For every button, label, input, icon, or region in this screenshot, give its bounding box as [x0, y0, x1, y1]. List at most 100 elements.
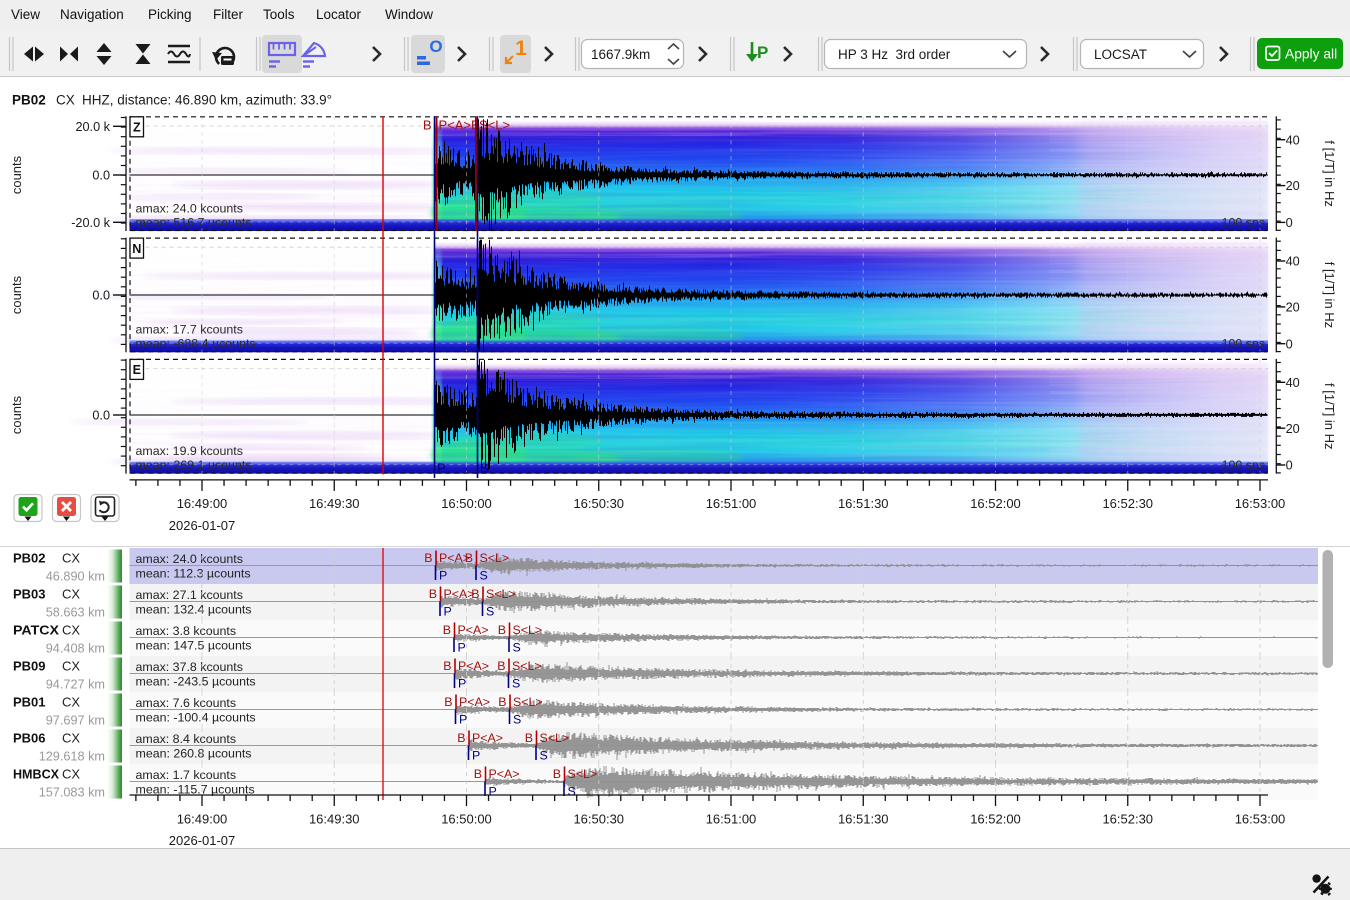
svg-text:mean: -688.4 µcounts: mean: -688.4 µcounts	[136, 337, 256, 351]
svg-text:CX: CX	[62, 623, 80, 638]
svg-text:P<A>: P<A>	[458, 623, 489, 637]
svg-text:amax: 7.6 kcounts: amax: 7.6 kcounts	[136, 696, 237, 710]
svg-text:16:52:00: 16:52:00	[970, 811, 1021, 826]
svg-text:2026-01-07: 2026-01-07	[169, 833, 236, 848]
svg-text:S: S	[486, 605, 494, 619]
svg-text:S<L>: S<L>	[480, 551, 510, 565]
svg-text:counts: counts	[9, 155, 24, 194]
svg-text:40: 40	[1286, 255, 1300, 269]
svg-text:20.0 k: 20.0 k	[75, 120, 110, 134]
svg-text:B: B	[444, 695, 452, 709]
svg-text:16:50:00: 16:50:00	[441, 496, 492, 511]
svg-text:B: B	[465, 551, 473, 565]
svg-text:Z: Z	[133, 121, 141, 135]
svg-text:PB06: PB06	[13, 731, 46, 746]
svg-text:PB03: PB03	[13, 587, 46, 602]
svg-text:S: S	[540, 749, 548, 763]
svg-text:E: E	[133, 363, 141, 377]
svg-text:16:53:00: 16:53:00	[1235, 811, 1286, 826]
svg-text:S<L>: S<L>	[513, 623, 543, 637]
svg-text:mean: 112.3 µcounts: mean: 112.3 µcounts	[136, 567, 251, 581]
svg-text:S<L>: S<L>	[568, 767, 598, 781]
svg-text:CX: CX	[62, 695, 80, 710]
svg-text:16:50:30: 16:50:30	[573, 496, 624, 511]
svg-text:129.618 km: 129.618 km	[39, 750, 105, 764]
svg-text:1667.9km: 1667.9km	[591, 47, 650, 62]
svg-text:mean: 260.8 µcounts: mean: 260.8 µcounts	[136, 747, 252, 761]
svg-text:S<L>: S<L>	[512, 659, 542, 673]
svg-text:O: O	[429, 37, 442, 56]
svg-text:amax: 8.4 kcounts: amax: 8.4 kcounts	[136, 732, 237, 746]
svg-text:S: S	[480, 569, 488, 583]
svg-text:N: N	[132, 242, 141, 256]
svg-text:B: B	[553, 767, 561, 781]
svg-text:P: P	[458, 677, 466, 691]
svg-text:S: S	[512, 677, 520, 691]
svg-text:PB02: PB02	[12, 93, 46, 108]
svg-text:S: S	[513, 713, 521, 727]
svg-text:CX: CX	[62, 587, 80, 602]
svg-text:mean: 147.5 µcounts: mean: 147.5 µcounts	[136, 639, 252, 653]
svg-text:0: 0	[1286, 337, 1293, 351]
svg-text:16:49:00: 16:49:00	[177, 811, 228, 826]
svg-text:P: P	[472, 749, 480, 763]
svg-text:16:51:30: 16:51:30	[838, 811, 889, 826]
svg-text:CX: CX	[62, 767, 80, 782]
svg-text:0.0: 0.0	[92, 409, 110, 423]
svg-text:mean: 269.1 µcounts: mean: 269.1 µcounts	[136, 458, 252, 472]
svg-text:PB09: PB09	[13, 659, 46, 674]
svg-text:f [1/T] in Hz: f [1/T] in Hz	[1322, 383, 1337, 449]
svg-text:B: B	[424, 551, 432, 565]
svg-text:157.083 km: 157.083 km	[39, 786, 105, 800]
svg-text:P: P	[439, 569, 447, 583]
svg-text:S<L>: S<L>	[513, 695, 543, 709]
svg-text:-20.0 k: -20.0 k	[71, 216, 110, 230]
svg-text:S<L>: S<L>	[486, 587, 516, 601]
svg-text:S: S	[513, 641, 521, 655]
svg-text:HHZ, distance: 46.890 km, azim: HHZ, distance: 46.890 km, azimuth: 33.9°	[82, 93, 332, 108]
svg-text:B: B	[443, 659, 451, 673]
svg-text:16:49:00: 16:49:00	[177, 496, 228, 511]
svg-text:20: 20	[1286, 422, 1300, 436]
svg-text:P<A>: P<A>	[489, 767, 520, 781]
svg-text:B: B	[423, 118, 432, 133]
svg-text:100 sps: 100 sps	[1222, 458, 1265, 472]
svg-text:40: 40	[1286, 376, 1300, 390]
svg-text:B: B	[498, 623, 506, 637]
svg-text:B: B	[457, 731, 465, 745]
svg-text:0.0: 0.0	[92, 289, 110, 303]
svg-text:CX: CX	[62, 551, 80, 566]
svg-text:CX: CX	[62, 659, 80, 674]
svg-text:16:49:30: 16:49:30	[309, 811, 360, 826]
svg-text:mean: -243.5 µcounts: mean: -243.5 µcounts	[136, 675, 256, 689]
svg-text:f [1/T] in Hz: f [1/T] in Hz	[1322, 140, 1337, 206]
svg-text:P<A>: P<A>	[458, 659, 489, 673]
svg-text:PB02: PB02	[13, 551, 46, 566]
svg-text:P: P	[459, 713, 467, 727]
svg-text:P<A>: P<A>	[472, 731, 503, 745]
svg-text:16:51:00: 16:51:00	[706, 811, 757, 826]
svg-text:mean: 132.4 µcounts: mean: 132.4 µcounts	[136, 603, 252, 617]
svg-text:16:52:00: 16:52:00	[970, 496, 1021, 511]
svg-text:2026-01-07: 2026-01-07	[169, 518, 236, 533]
svg-text:20: 20	[1286, 179, 1300, 193]
svg-text:HMBCX: HMBCX	[13, 767, 59, 782]
svg-text:amax: 1.7 kcounts: amax: 1.7 kcounts	[136, 768, 237, 782]
svg-text:S<L>: S<L>	[479, 118, 510, 133]
svg-text:B: B	[474, 767, 482, 781]
svg-text:16:53:00: 16:53:00	[1235, 496, 1286, 511]
svg-text:amax: 27.1 kcounts: amax: 27.1 kcounts	[136, 588, 243, 602]
svg-text:20: 20	[1286, 301, 1300, 315]
svg-text:P<A>: P<A>	[459, 695, 490, 709]
svg-text:1: 1	[515, 37, 527, 60]
svg-text:P: P	[757, 43, 768, 62]
svg-text:Apply all: Apply all	[1285, 47, 1337, 62]
svg-text:100 sps: 100 sps	[1222, 337, 1265, 351]
svg-text:40: 40	[1286, 133, 1300, 147]
svg-text:16:51:30: 16:51:30	[838, 496, 889, 511]
svg-text:P: P	[489, 785, 497, 799]
svg-text:100 sps: 100 sps	[1222, 215, 1265, 229]
svg-text:B: B	[497, 659, 505, 673]
svg-text:P<A>B: P<A>B	[439, 118, 480, 133]
svg-text:CX: CX	[62, 731, 80, 746]
